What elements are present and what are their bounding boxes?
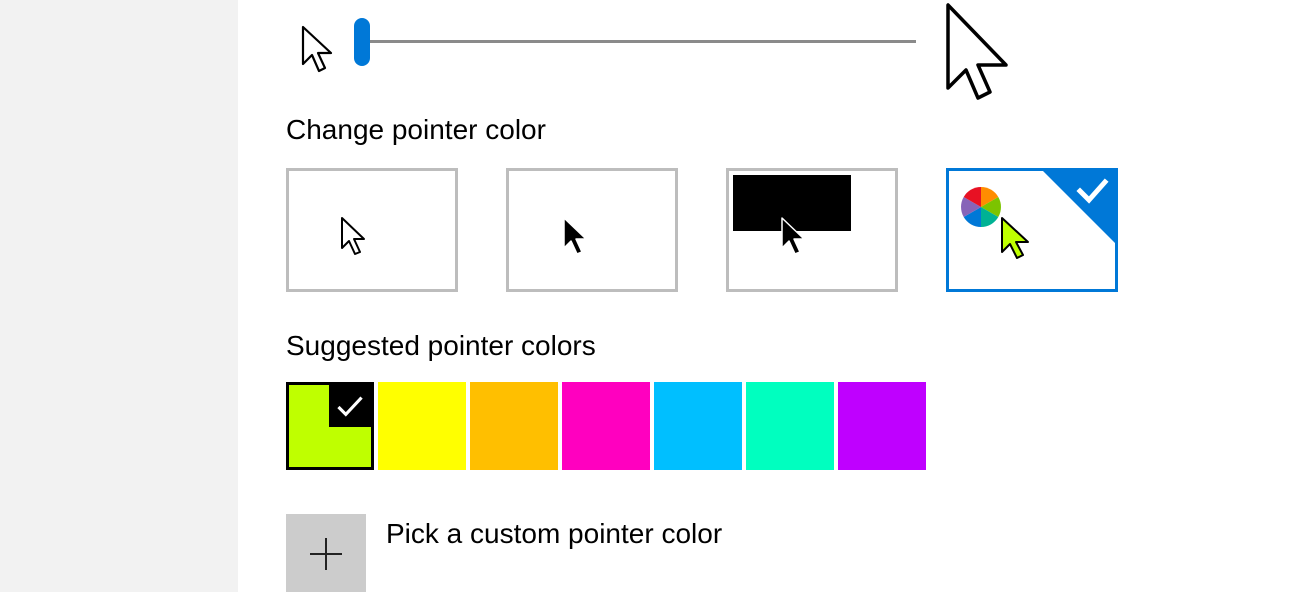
- suggested-colors-heading: Suggested pointer colors: [286, 330, 596, 361]
- pick-custom-color-button[interactable]: [286, 514, 366, 592]
- white-cursor-icon: [341, 217, 365, 255]
- plus-icon: [310, 538, 342, 570]
- pointer-size-slider[interactable]: [352, 18, 916, 66]
- lime-cursor-icon: [1001, 217, 1029, 259]
- pointer-color-heading: Change pointer color: [286, 114, 546, 145]
- swatch-check-icon: [329, 385, 371, 427]
- pointer-color-custom-option[interactable]: [946, 168, 1118, 292]
- slider-thumb[interactable]: [354, 18, 370, 66]
- color-swatch[interactable]: [654, 382, 742, 470]
- settings-window: Change pointer color Suggested pointer c…: [0, 0, 1292, 592]
- color-swatch[interactable]: [562, 382, 650, 470]
- slider-track: [358, 40, 916, 43]
- color-swatch[interactable]: [286, 382, 374, 470]
- color-wheel-icon: [961, 187, 1001, 227]
- inverted-cursor-icon: [781, 217, 805, 255]
- black-cursor-icon: [563, 217, 587, 255]
- selected-check-icon: [1043, 171, 1115, 243]
- large-cursor-icon: [946, 3, 1008, 100]
- color-swatch[interactable]: [838, 382, 926, 470]
- color-swatch[interactable]: [470, 382, 558, 470]
- color-swatch[interactable]: [746, 382, 834, 470]
- small-cursor-icon: [301, 25, 333, 73]
- content-pane: [238, 0, 1292, 592]
- pointer-color-white-option[interactable]: [286, 168, 458, 292]
- color-swatch[interactable]: [378, 382, 466, 470]
- pointer-color-black-option[interactable]: [506, 168, 678, 292]
- pointer-color-inverted-option[interactable]: [726, 168, 898, 292]
- navigation-pane: [0, 0, 238, 592]
- pick-custom-color-label[interactable]: Pick a custom pointer color: [386, 518, 722, 550]
